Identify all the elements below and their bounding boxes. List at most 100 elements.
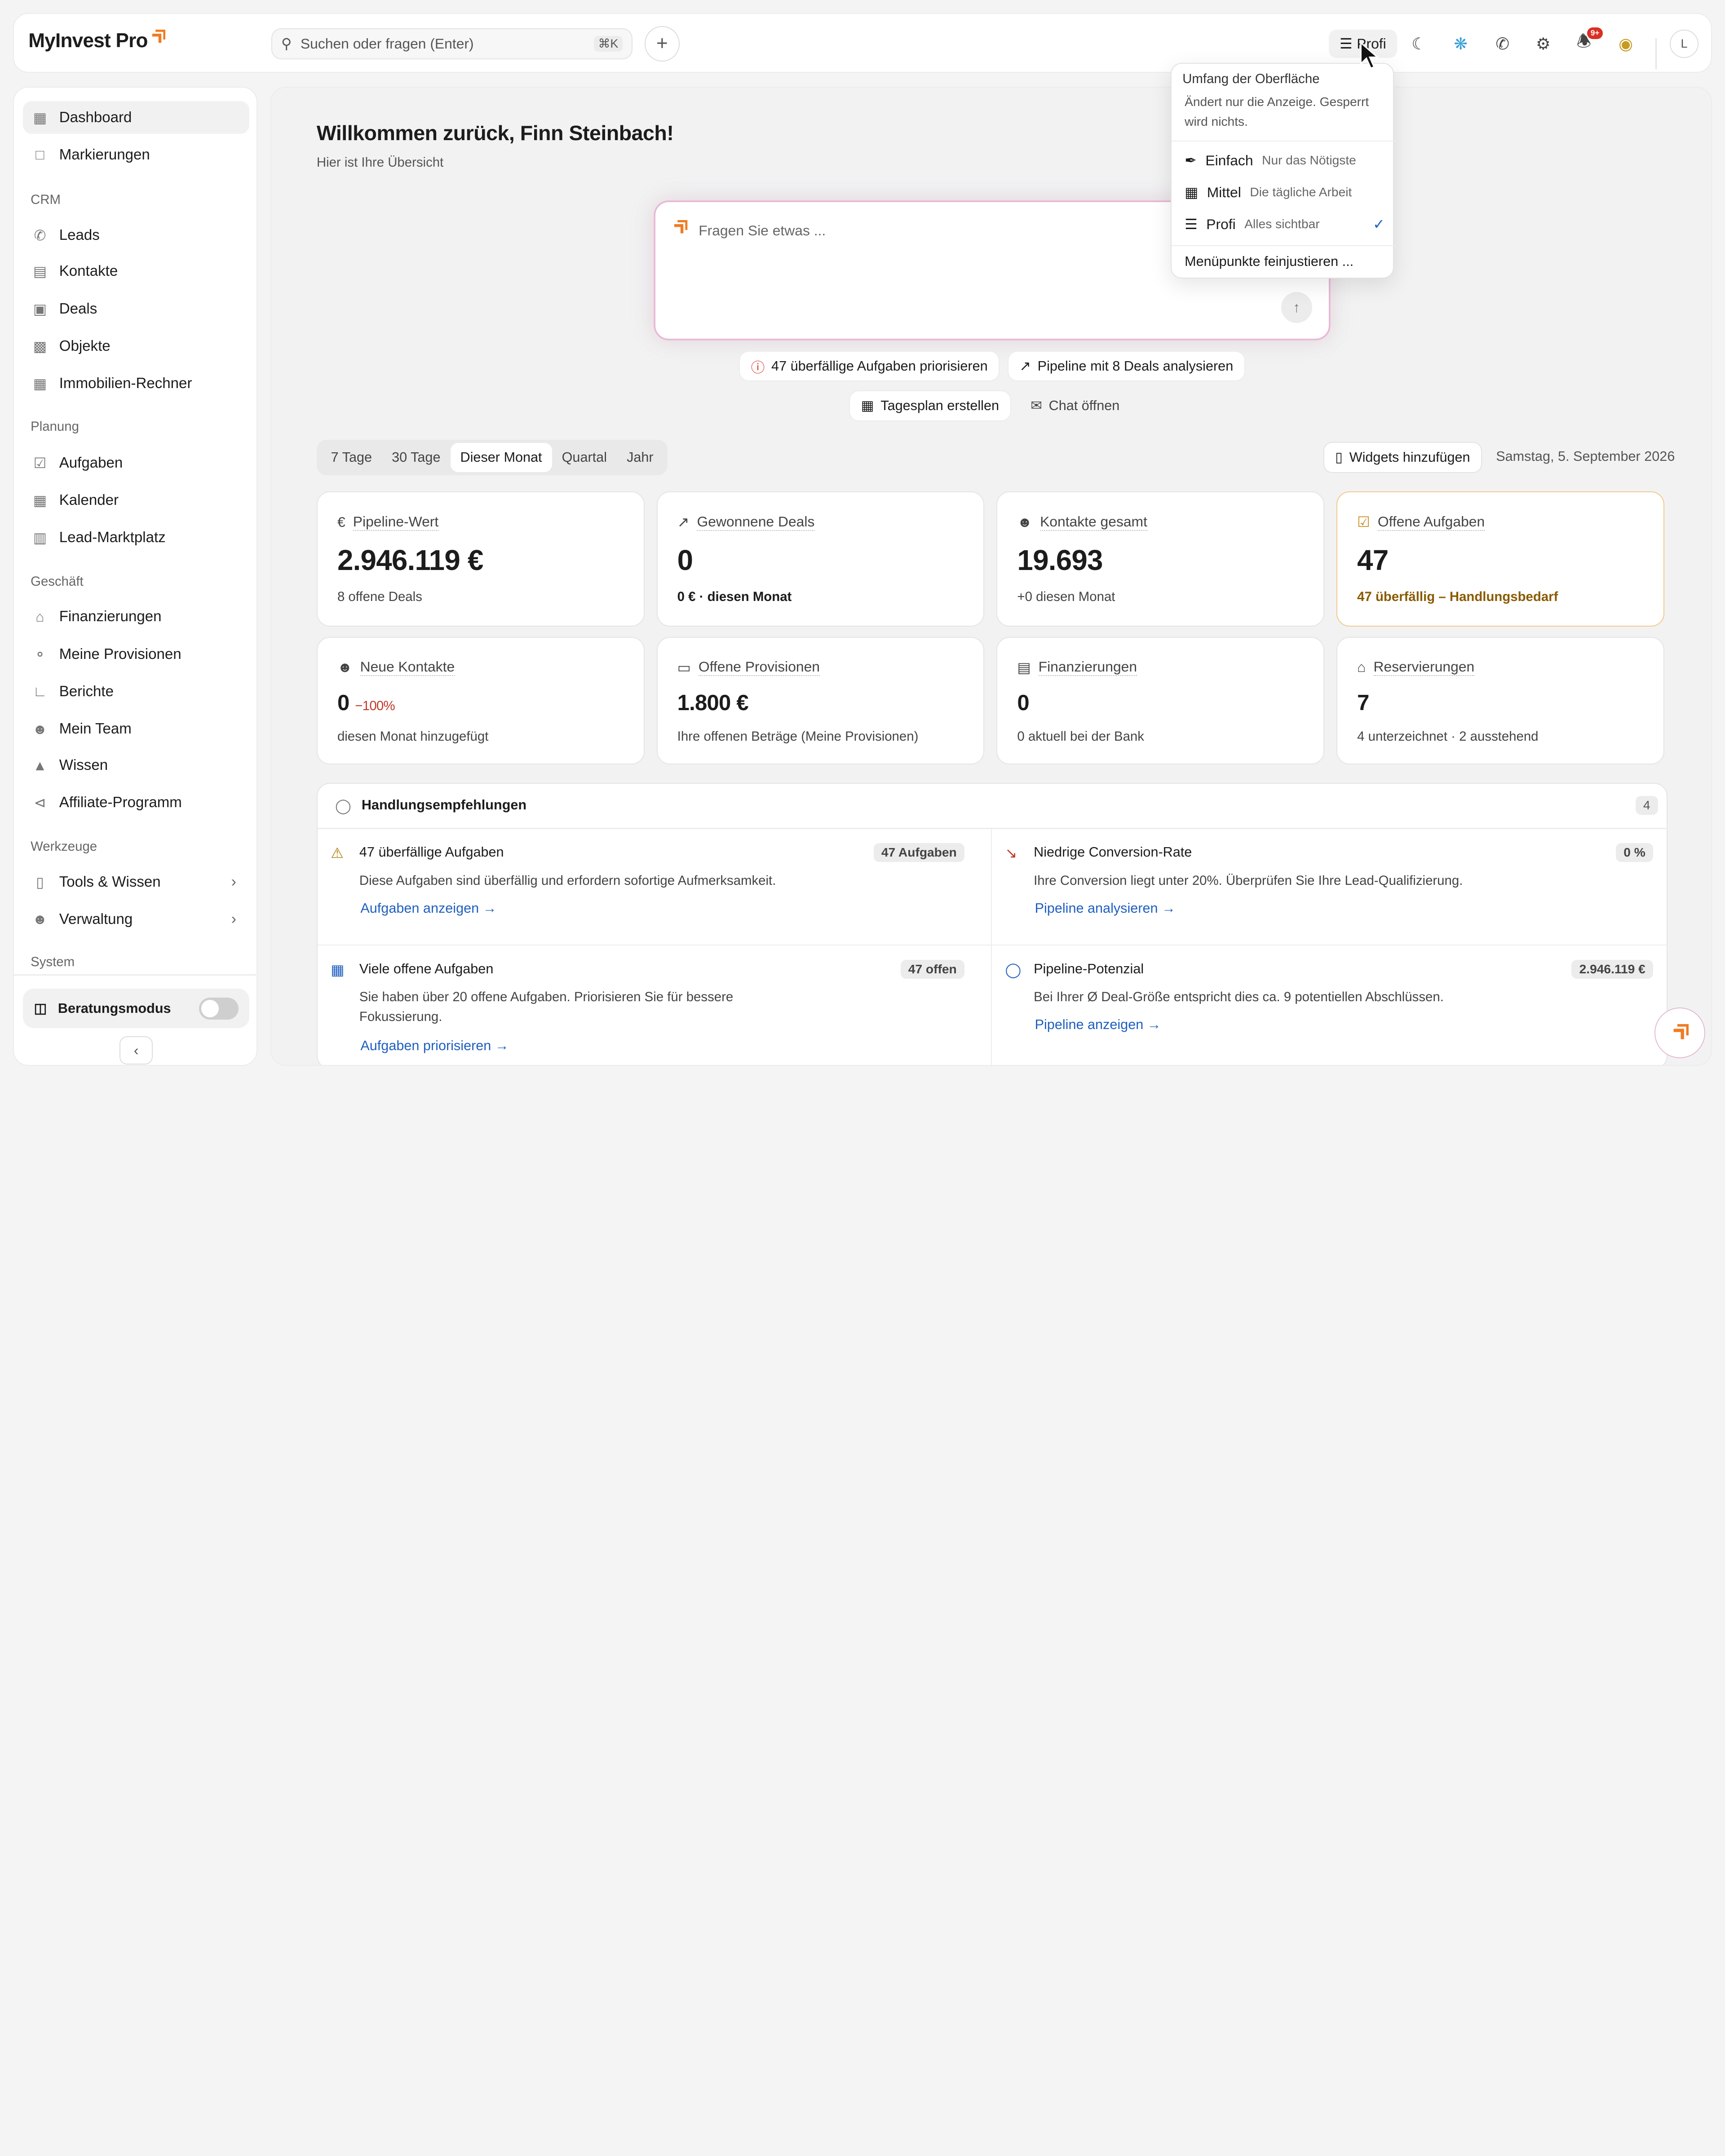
checkbox-icon: ☑: [1357, 514, 1370, 530]
sidebar-item-label: Lead-Marktplatz: [59, 529, 166, 546]
warning-icon: ⚠: [331, 844, 344, 861]
kpi-note: +0 diesen Monat: [1017, 589, 1115, 604]
consult-mode-row[interactable]: ◫ Beratungsmodus: [22, 989, 250, 1029]
send-arrow-icon[interactable]: ↑: [1281, 292, 1312, 323]
phone-icon: ✆: [34, 227, 46, 243]
app-logo[interactable]: MyInvest Pro: [28, 29, 165, 52]
gear-icon[interactable]: ⚙: [1529, 30, 1558, 58]
sidebar-item-immobilien-rechner[interactable]: ▦ Immobilien-Rechner: [23, 367, 249, 400]
add-button[interactable]: +: [644, 26, 680, 62]
notifications-bell-icon[interactable]: 🕭 9+: [1570, 27, 1603, 58]
tab-7-tage[interactable]: 7 Tage: [321, 443, 382, 472]
notification-badge: 9+: [1587, 27, 1603, 39]
sidebar-item-kontakte[interactable]: ▤ Kontakte: [23, 255, 249, 288]
kpi-card-new-contacts[interactable]: ☻ Neue Kontakte 0 −100% diesen Monat hinz…: [316, 636, 645, 764]
kpi-value: 2.946.119 €: [337, 544, 483, 577]
recommendation-title: Niedrige Conversion-Rate: [1034, 844, 1192, 860]
eye-icon[interactable]: ◉: [1611, 30, 1640, 58]
sidebar-item-affiliate-programm[interactable]: ⊲ Affiliate-Programm: [23, 786, 249, 819]
kpi-card-open-commissions[interactable]: ▭ Offene Provisionen 1.800 € Ihre offenen…: [656, 636, 985, 764]
sidebar-item-kalender[interactable]: ▦ Kalender: [23, 484, 249, 517]
chat-icon: ✉: [1031, 398, 1042, 413]
tab-quartal[interactable]: Quartal: [552, 443, 617, 472]
bar-chart-icon: ▯: [1335, 449, 1343, 465]
recommendation-action[interactable]: Pipeline anzeigen →: [1035, 1017, 1161, 1033]
sidebar-item-aufgaben[interactable]: ☑ Aufgaben: [23, 446, 249, 479]
sliders-icon: ☰: [1339, 35, 1353, 52]
kpi-card-financings[interactable]: ▤ Finanzierungen 0 0 aktuell bei der Bank: [996, 636, 1325, 764]
calendar-icon: ▦: [33, 492, 47, 508]
logo-mark-icon: [674, 220, 688, 234]
consult-mode-toggle[interactable]: [199, 997, 239, 1020]
ai-assistant-icon[interactable]: ❋: [1446, 30, 1475, 58]
recommendation-title: Pipeline-Potenzial: [1034, 961, 1144, 976]
sidebar-item-finanzierungen[interactable]: ⌂ Finanzierungen: [23, 601, 249, 633]
fine-tune-menu-link[interactable]: Menüpunkte feinjustieren ...: [1185, 254, 1353, 270]
level-option-mittel[interactable]: ▦ Mittel Die tägliche Arbeit: [1185, 179, 1385, 206]
building-icon: ▩: [33, 338, 47, 354]
kpi-delta: −100%: [355, 698, 395, 714]
chip-prioritize-tasks[interactable]: ⓘ 47 überfällige Aufgaben priorisieren: [739, 350, 1000, 382]
kpi-card-reservations[interactable]: ⌂ Reservierungen 7 4 unterzeichnet · 2 au…: [1336, 636, 1664, 764]
chip-daily-plan[interactable]: ▦ Tagesplan erstellen: [849, 390, 1011, 421]
logo-text: MyInvest Pro: [28, 29, 148, 52]
kpi-note: 4 unterzeichnet · 2 ausstehend: [1357, 729, 1539, 744]
chip-open-chat[interactable]: ✉ Chat öffnen: [1020, 390, 1131, 421]
recommendation-action-label: Pipeline analysieren: [1035, 900, 1158, 916]
recommendation-action[interactable]: Aufgaben anzeigen →: [360, 901, 496, 916]
kpi-card-contacts[interactable]: ☻ Kontakte gesamt 19.693 +0 diesen Monat: [996, 491, 1325, 627]
dark-mode-icon[interactable]: ☾: [1405, 30, 1433, 58]
kpi-label: Offene Aufgaben: [1377, 513, 1485, 531]
sidebar-item-leads[interactable]: ✆ Leads: [23, 219, 249, 252]
users-icon: ☻: [32, 720, 48, 737]
kpi-value: 0: [677, 544, 693, 577]
level-option-profi[interactable]: ☰ Profi Alles sichtbar ✓: [1185, 211, 1385, 238]
user-avatar[interactable]: L: [1670, 29, 1698, 58]
sidebar-item-dashboard[interactable]: ▦ Dashboard: [22, 101, 250, 134]
chip-analyze-pipeline[interactable]: ↗ Pipeline mit 8 Deals analysieren: [1007, 350, 1245, 382]
recommendation-item: ▦ Viele offene Aufgaben 47 offen Sie hab…: [318, 945, 978, 1056]
sidebar-item-wissen[interactable]: ▲ Wissen: [23, 749, 249, 782]
sidebar-item-deals[interactable]: ▣ Deals: [23, 292, 249, 325]
phone-icon[interactable]: ✆: [1488, 30, 1517, 58]
sidebar-item-berichte[interactable]: ∟ Berichte: [23, 675, 249, 708]
sidebar-item-label: Berichte: [59, 683, 114, 700]
kpi-card-won-deals[interactable]: ↗ Gewonnene Deals 0 0 € · diesen Monat: [656, 491, 985, 627]
section-geschaeft: Geschäft: [31, 574, 84, 589]
option-label: Einfach: [1205, 152, 1253, 168]
chip-label: 47 überfällige Aufgaben priorisieren: [771, 358, 988, 374]
collapse-sidebar-button[interactable]: ‹: [119, 1036, 153, 1065]
lightbulb-icon: ◯: [1005, 961, 1022, 978]
kpi-card-open-tasks[interactable]: ☑ Offene Aufgaben 47 47 überfällig – Hand…: [1336, 491, 1664, 627]
recommendation-action[interactable]: Aufgaben priorisieren →: [360, 1038, 509, 1054]
sidebar-item-label: Tools & Wissen: [59, 873, 161, 890]
sidebar-item-meine-provisionen[interactable]: ⚬ Meine Provisionen: [23, 638, 249, 671]
recommendation-pill: 2.946.119 €: [1571, 960, 1653, 979]
sidebar-item-lead-marktplatz[interactable]: ▥ Lead-Marktplatz: [23, 521, 249, 554]
users-icon: ☻: [1017, 513, 1032, 530]
sidebar-item-label: Deals: [59, 300, 97, 317]
calendar-icon: ▦: [861, 398, 874, 413]
ai-assistant-fab[interactable]: [1654, 1007, 1705, 1058]
recommendation-action[interactable]: Pipeline analysieren →: [1035, 901, 1176, 916]
header-divider: [1655, 38, 1657, 69]
kpi-card-pipeline[interactable]: € Pipeline-Wert 2.946.119 € 8 offene Deal…: [316, 491, 645, 627]
chip-label: Pipeline mit 8 Deals analysieren: [1037, 358, 1234, 374]
sidebar-item-markierungen[interactable]: □ Markierungen: [23, 138, 249, 171]
sidebar-item-objekte[interactable]: ▩ Objekte: [23, 330, 249, 362]
recommendations-count: 4: [1635, 796, 1658, 815]
sidebar-item-verwaltung[interactable]: ☻ Verwaltung ›: [23, 903, 249, 936]
kpi-label: Gewonnene Deals: [697, 513, 815, 531]
sidebar-item-mein-team[interactable]: ☻ Mein Team: [23, 713, 249, 746]
kpi-value-row: 0 −100%: [337, 690, 395, 716]
sidebar-item-tools-wissen[interactable]: ▯ Tools & Wissen ›: [23, 866, 249, 898]
tab-30-tage[interactable]: 30 Tage: [382, 443, 450, 472]
level-option-einfach[interactable]: ✒ Einfach Nur das Nötigste: [1185, 147, 1385, 174]
feather-icon: ✒: [1185, 152, 1197, 169]
tab-dieser-monat[interactable]: Dieser Monat: [450, 443, 552, 472]
tab-jahr[interactable]: Jahr: [617, 443, 663, 472]
main-content: Willkommen zurück, Finn Steinbach! Hier …: [270, 87, 1712, 1066]
add-widgets-button[interactable]: ▯ Widgets hinzufügen: [1323, 442, 1482, 473]
sidebar-item-label: Mein Team: [59, 720, 132, 738]
global-search[interactable]: ⚲ Suchen oder fragen (Enter) ⌘K: [271, 28, 632, 59]
